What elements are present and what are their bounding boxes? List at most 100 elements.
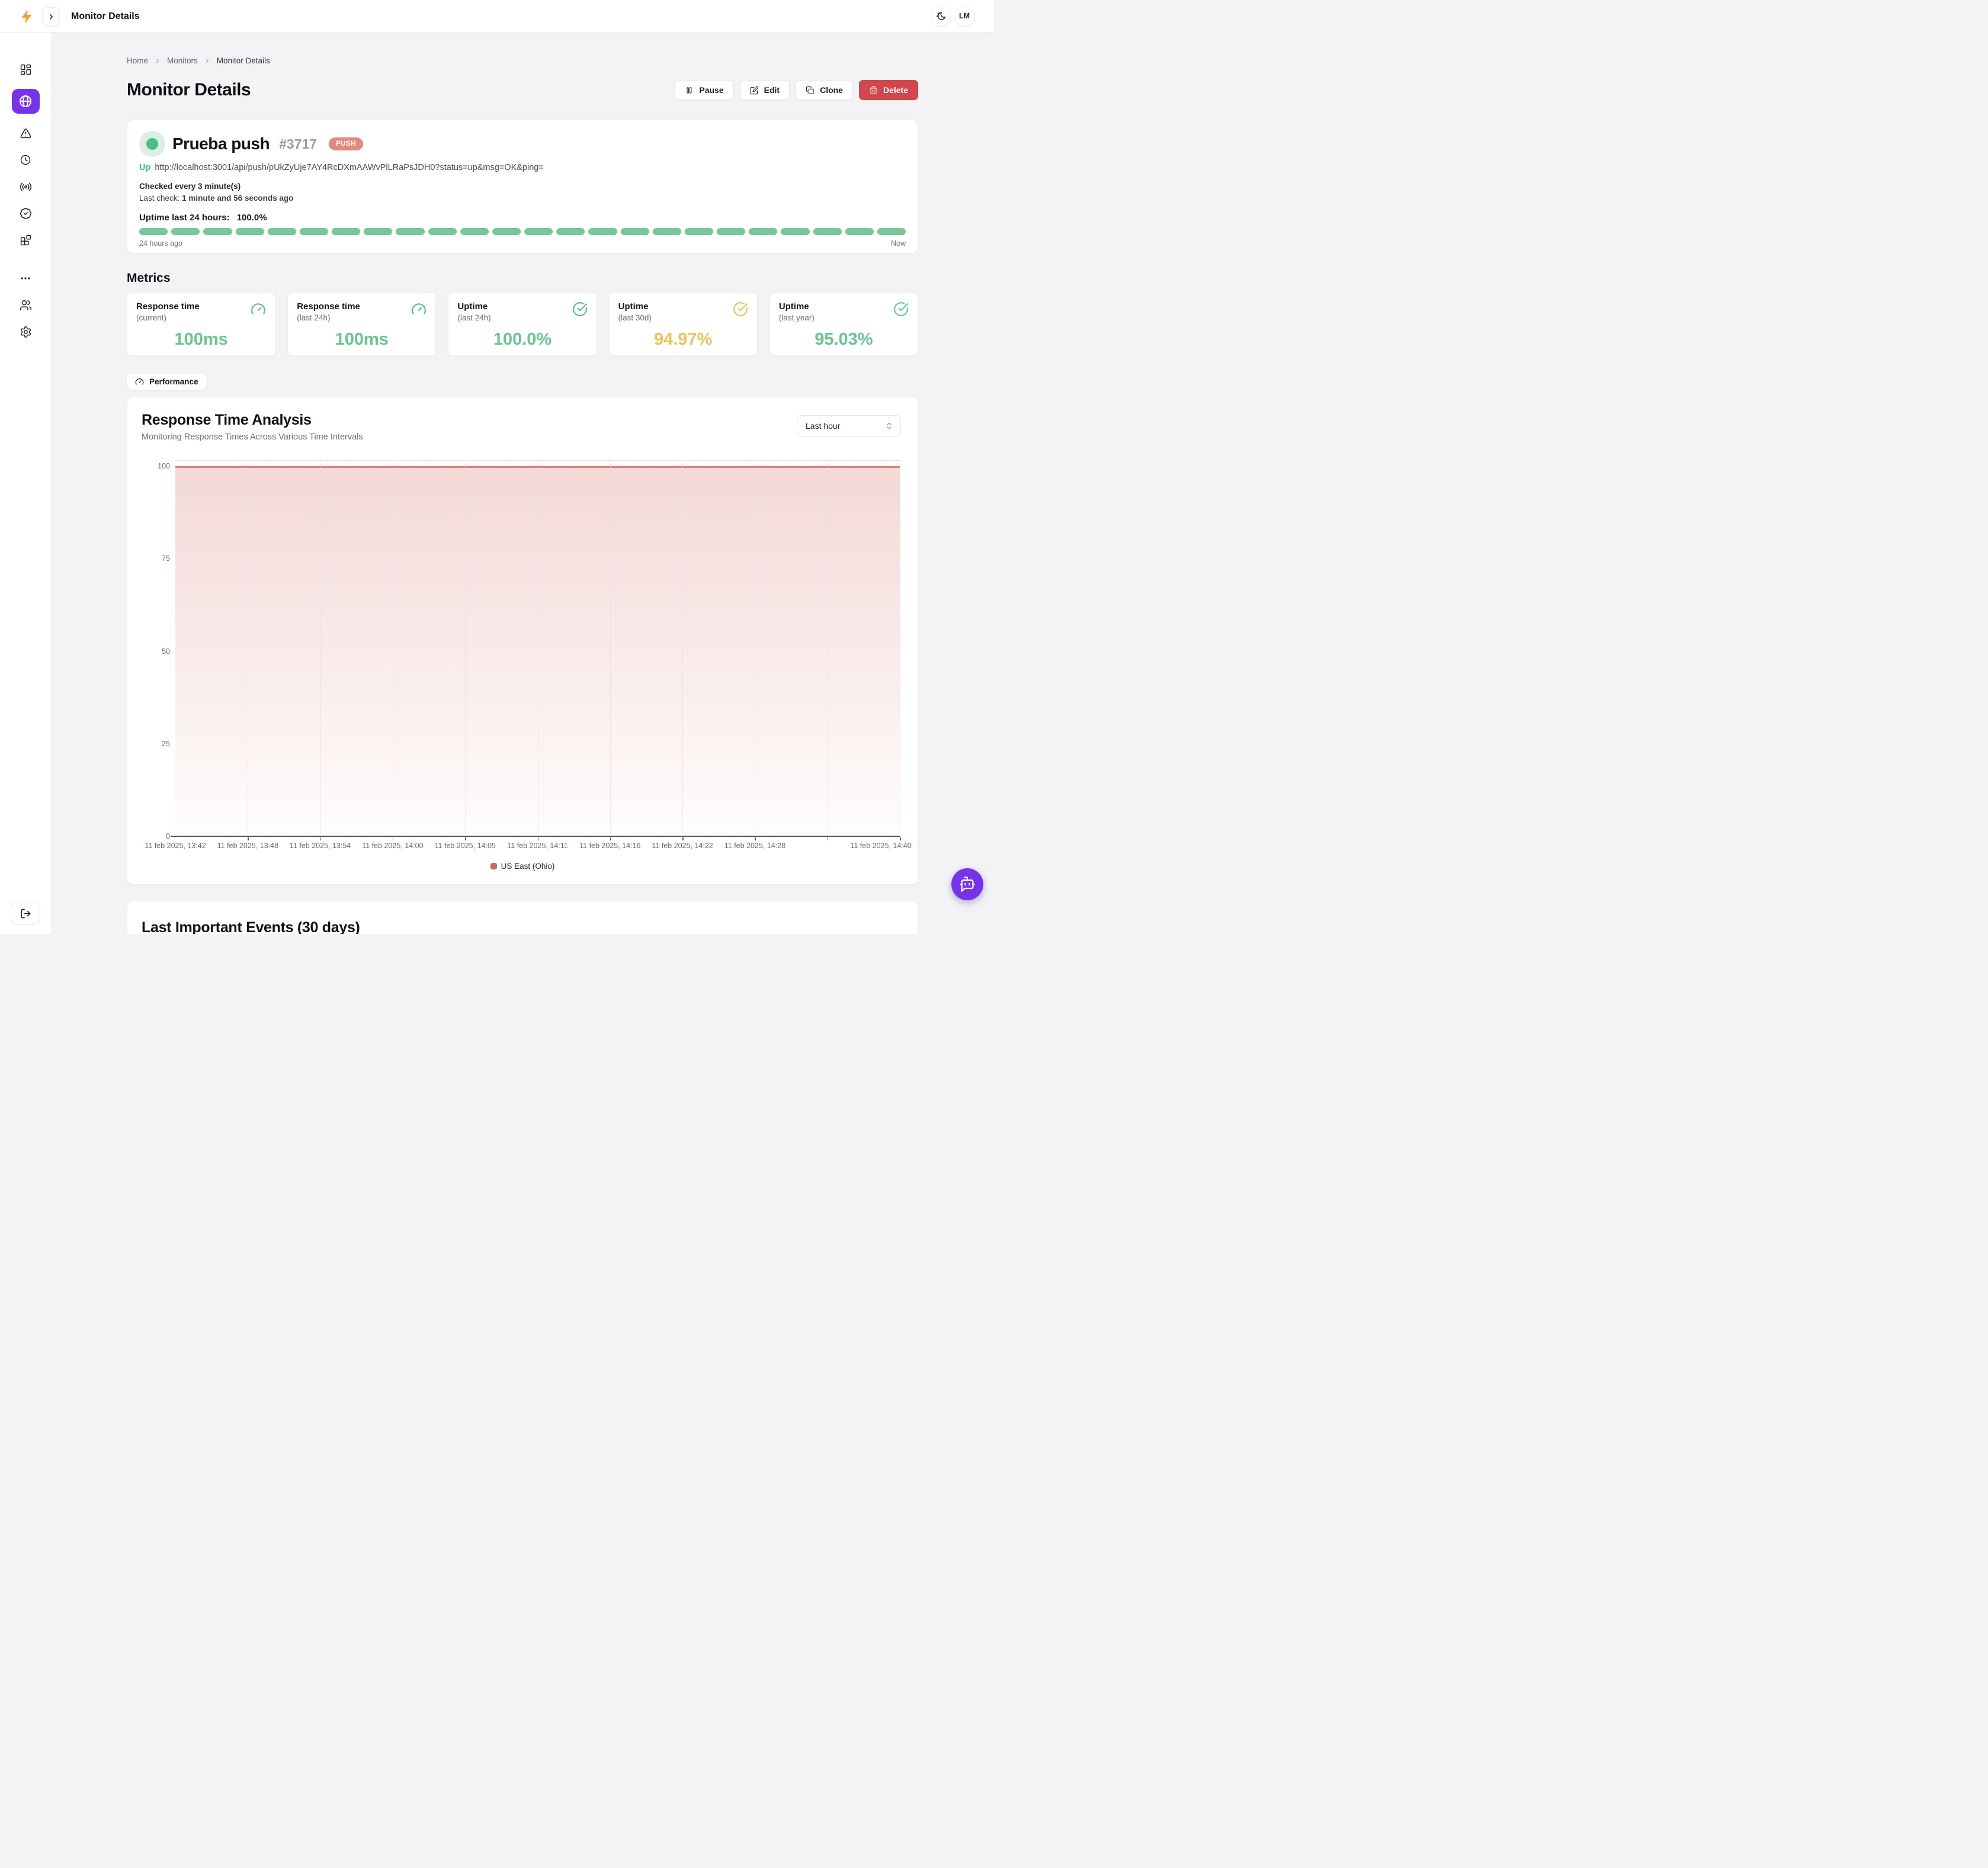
vertical-gridline	[610, 461, 611, 836]
chevron-right-icon	[47, 12, 56, 21]
status-dot	[146, 138, 158, 150]
metric-value: 100ms	[136, 330, 266, 349]
vertical-gridline	[320, 461, 321, 836]
sidebar	[0, 33, 51, 934]
x-axis-label: 11 feb 2025, 13:42	[145, 842, 206, 850]
sidebar-item-incidents[interactable]	[12, 126, 39, 140]
chatbot-fab[interactable]	[951, 868, 983, 900]
x-axis-tick	[828, 837, 829, 840]
metric-card-uptime-30d: Uptime (last 30d) 94.97%	[609, 293, 758, 356]
edit-button[interactable]: Edit	[740, 80, 790, 100]
metric-subtitle: (last 24h)	[457, 313, 490, 322]
metrics-heading: Metrics	[127, 271, 918, 285]
y-axis-label: 75	[162, 554, 170, 563]
monitor-name: Prueba push	[172, 134, 270, 153]
y-axis-label: 0	[166, 832, 170, 840]
time-range-value: Last hour	[806, 421, 840, 431]
logout-icon	[20, 908, 31, 919]
clone-label: Clone	[820, 85, 843, 95]
breadcrumb-monitors[interactable]: Monitors	[167, 56, 198, 65]
y-axis-label: 50	[162, 647, 170, 656]
metric-card-uptime-year: Uptime (last year) 95.03%	[769, 293, 918, 356]
clock-icon	[20, 154, 31, 166]
copy-icon	[806, 86, 815, 95]
sidebar-item-integrations[interactable]	[12, 233, 39, 247]
uptime-segment	[524, 228, 553, 235]
gauge-icon	[251, 301, 266, 322]
gauge-icon	[135, 377, 144, 386]
gear-icon	[20, 326, 32, 338]
chevron-right-icon	[154, 57, 161, 65]
uptime-bar	[139, 228, 906, 235]
x-axis-tick	[465, 837, 466, 840]
x-axis-tick	[610, 837, 611, 840]
uptime-value: 100.0%	[237, 213, 267, 223]
uptime-segment	[139, 228, 168, 235]
uptime-segment	[492, 228, 521, 235]
app-logo-bolt-icon	[20, 8, 34, 25]
badge-check-icon	[20, 207, 32, 220]
metric-subtitle: (last 30d)	[618, 313, 652, 322]
uptime-segment	[203, 228, 232, 235]
x-axis-label: 11 feb 2025, 14:16	[579, 842, 640, 850]
monitor-id: #3717	[279, 136, 317, 152]
uptime-bar-start-label: 24 hours ago	[139, 239, 182, 248]
time-range-select[interactable]: Last hour	[797, 415, 901, 436]
metric-value: 100.0%	[457, 330, 587, 349]
delete-button[interactable]: Delete	[859, 80, 918, 100]
sidebar-item-status-pages[interactable]	[12, 179, 39, 194]
uptime-segment	[556, 228, 585, 235]
x-axis-label: 11 feb 2025, 13:48	[217, 842, 278, 850]
x-axis-tick	[900, 837, 901, 840]
pause-button[interactable]: Pause	[675, 80, 733, 100]
x-axis-label: 11 feb 2025, 14:11	[507, 842, 567, 850]
broadcast-icon	[20, 181, 32, 193]
monitor-type-badge: PUSH	[329, 137, 363, 150]
uptime-segment	[813, 228, 842, 235]
uptime-segment	[877, 228, 906, 235]
topbar: Monitor Details LM	[0, 0, 994, 33]
metric-value: 95.03%	[779, 330, 909, 349]
sidebar-item-maintenance[interactable]	[12, 153, 39, 167]
uptime-segment	[781, 228, 809, 235]
x-axis-tick	[755, 837, 756, 840]
sidebar-item-team[interactable]	[12, 298, 39, 312]
y-axis-label: 100	[158, 462, 170, 470]
metric-subtitle: (current)	[136, 313, 200, 322]
chart-subtitle: Monitoring Response Times Across Various…	[142, 432, 903, 442]
gauge-icon	[411, 301, 427, 322]
uptime-segment	[396, 228, 424, 235]
breadcrumb-home[interactable]: Home	[127, 56, 148, 65]
pause-icon	[685, 86, 694, 95]
uptime-segment	[300, 228, 328, 235]
globe-icon	[18, 94, 33, 108]
clone-button[interactable]: Clone	[796, 80, 853, 100]
chart-title: Response Time Analysis	[142, 412, 903, 429]
monitor-url-row: Uphttp://localhost:3001/api/push/pUkZyUj…	[139, 163, 906, 172]
uptime-segment	[460, 228, 489, 235]
uptime-segment	[364, 228, 392, 235]
uptime-segment	[332, 228, 360, 235]
performance-tab-chip[interactable]: Performance	[127, 374, 207, 390]
response-time-chart-card: Response Time Analysis Monitoring Respon…	[127, 397, 918, 885]
dashboard-grid-icon	[20, 63, 32, 76]
metric-card-response-current: Response time (current) 100ms	[127, 293, 275, 356]
x-axis-tick	[320, 837, 322, 840]
vertical-gridline	[465, 461, 466, 836]
avatar[interactable]: LM	[955, 7, 974, 25]
logout-button[interactable]	[11, 903, 40, 925]
metric-subtitle: (last 24h)	[297, 313, 360, 322]
sidebar-item-monitors[interactable]	[12, 89, 40, 114]
sidebar-collapse-button[interactable]	[43, 7, 59, 26]
events-title: Last Important Events (30 days)	[142, 919, 903, 934]
sidebar-item-more[interactable]	[12, 271, 39, 285]
sidebar-item-checks[interactable]	[12, 206, 39, 220]
sidebar-item-settings[interactable]	[12, 325, 39, 339]
pause-label: Pause	[699, 85, 723, 95]
check-circle-icon	[572, 301, 588, 322]
sidebar-item-dashboard[interactable]	[12, 62, 39, 76]
main-area: Home Monitors Monitor Details Monitor De…	[51, 33, 994, 934]
uptime-segment	[717, 228, 745, 235]
uptime-segment	[653, 228, 681, 235]
dark-mode-toggle[interactable]	[931, 7, 950, 25]
